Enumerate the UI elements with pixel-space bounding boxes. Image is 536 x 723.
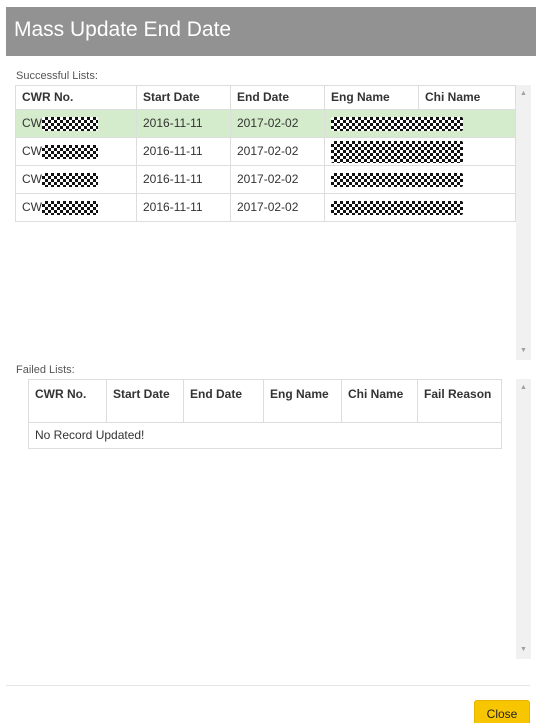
successful-lists-label: Successful Lists: <box>16 70 98 82</box>
name-cell <box>324 137 516 166</box>
redacted-cwr-number <box>42 200 98 215</box>
dialog-title: Mass Update End Date <box>14 18 232 41</box>
end-date-cell: 2017-02-02 <box>230 193 325 222</box>
column-header-cwr-no[interactable]: CWR No. <box>15 85 137 110</box>
cwr-prefix: CW <box>22 116 42 130</box>
redacted-name <box>331 200 463 215</box>
scroll-down-arrow-icon[interactable]: ▼ <box>516 645 531 655</box>
redacted-cwr-number <box>42 172 98 187</box>
successful-scrollbar[interactable]: ▲ ▼ <box>516 85 531 360</box>
redacted-name <box>331 116 463 131</box>
scroll-up-arrow-icon[interactable]: ▲ <box>516 89 531 99</box>
column-header-end-date[interactable]: End Date <box>183 379 264 423</box>
redacted-cwr-number <box>42 144 98 159</box>
close-button[interactable]: Close <box>474 700 530 723</box>
column-header-cwr-no[interactable]: CWR No. <box>28 379 107 423</box>
end-date-cell: 2017-02-02 <box>230 109 325 138</box>
name-cell <box>324 165 516 194</box>
failed-table: CWR No. Start Date End Date Eng Name Chi… <box>28 379 502 449</box>
cwr-no-cell: CW <box>15 193 137 222</box>
failed-table-header: CWR No. Start Date End Date Eng Name Chi… <box>28 379 502 423</box>
start-date-cell: 2016-11-11 <box>136 193 231 222</box>
column-header-start-date[interactable]: Start Date <box>106 379 184 423</box>
column-header-start-date[interactable]: Start Date <box>136 85 231 110</box>
dialog-header: Mass Update End Date <box>6 7 536 56</box>
redacted-cwr-number <box>42 116 98 131</box>
cwr-no-cell: CW <box>15 109 137 138</box>
start-date-cell: 2016-11-11 <box>136 165 231 194</box>
failed-list-panel[interactable]: CWR No. Start Date End Date Eng Name Chi… <box>28 379 516 659</box>
cwr-prefix: CW <box>22 144 42 158</box>
table-row[interactable]: CW 2016-11-11 2017-02-02 <box>15 137 516 166</box>
end-date-cell: 2017-02-02 <box>230 137 325 166</box>
start-date-cell: 2016-11-11 <box>136 109 231 138</box>
redacted-name <box>331 140 463 163</box>
empty-message: No Record Updated! <box>28 422 502 449</box>
column-header-chi-name[interactable]: Chi Name <box>341 379 418 423</box>
scroll-up-arrow-icon[interactable]: ▲ <box>516 383 531 393</box>
cwr-no-cell: CW <box>15 137 137 166</box>
successful-list-panel[interactable]: CWR No. Start Date End Date Eng Name Chi… <box>15 85 516 360</box>
table-row[interactable]: CW 2016-11-11 2017-02-02 <box>15 165 516 194</box>
redacted-name <box>331 172 463 187</box>
failed-lists-label: Failed Lists: <box>16 364 75 376</box>
cwr-prefix: CW <box>22 200 42 214</box>
failed-scrollbar[interactable]: ▲ ▼ <box>516 379 531 659</box>
column-header-chi-name[interactable]: Chi Name <box>418 85 516 110</box>
column-header-end-date[interactable]: End Date <box>230 85 325 110</box>
cwr-no-cell: CW <box>15 165 137 194</box>
cwr-prefix: CW <box>22 172 42 186</box>
footer-divider <box>6 685 530 686</box>
column-header-eng-name[interactable]: Eng Name <box>263 379 342 423</box>
start-date-cell: 2016-11-11 <box>136 137 231 166</box>
column-header-eng-name[interactable]: Eng Name <box>324 85 419 110</box>
end-date-cell: 2017-02-02 <box>230 165 325 194</box>
name-cell <box>324 193 516 222</box>
table-row[interactable]: CW 2016-11-11 2017-02-02 <box>15 109 516 138</box>
successful-table-header: CWR No. Start Date End Date Eng Name Chi… <box>15 85 516 110</box>
successful-table: CWR No. Start Date End Date Eng Name Chi… <box>15 85 516 222</box>
table-row: No Record Updated! <box>28 422 502 449</box>
column-header-fail-reason[interactable]: Fail Reason <box>417 379 502 423</box>
scroll-down-arrow-icon[interactable]: ▼ <box>516 346 531 356</box>
name-cell <box>324 109 516 138</box>
table-row[interactable]: CW 2016-11-11 2017-02-02 <box>15 193 516 222</box>
